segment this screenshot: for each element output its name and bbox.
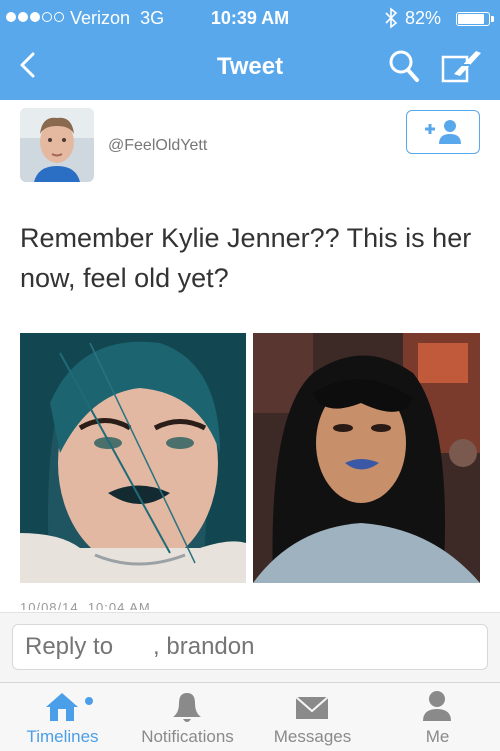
- tweet-image-1[interactable]: [20, 333, 246, 583]
- reply-input[interactable]: [12, 624, 488, 670]
- add-person-icon: [425, 120, 461, 144]
- envelope-icon: [295, 696, 329, 719]
- status-bar: Verizon 3G 10:39 AM 82%: [0, 0, 500, 36]
- tab-notifications[interactable]: Notifications: [125, 683, 250, 751]
- page-title: Tweet: [216, 53, 284, 80]
- person-icon: [423, 691, 451, 721]
- bell-icon: [173, 693, 201, 722]
- tab-label: Me: [425, 727, 450, 746]
- search-icon[interactable]: [388, 49, 420, 83]
- tweet-text: Remember Kylie Jenner?? This is her now,…: [20, 223, 472, 293]
- tab-label: Messages: [273, 727, 352, 746]
- tweet-timestamp: 10/08/14, 10:04 AM: [20, 600, 151, 610]
- top-bar: Verizon 3G 10:39 AM 82% Tweet: [0, 0, 500, 100]
- tab-label: Timelines: [26, 727, 99, 746]
- follow-button[interactable]: [406, 110, 480, 154]
- battery-tip: [491, 16, 494, 22]
- bluetooth-icon: [385, 7, 398, 29]
- compose-icon[interactable]: [440, 48, 484, 84]
- home-icon: [46, 693, 93, 721]
- tweet-image-2[interactable]: [253, 333, 480, 583]
- battery-percent: 82%: [405, 8, 442, 28]
- tab-messages[interactable]: Messages: [250, 683, 375, 751]
- username[interactable]: @FeelOldYett: [108, 137, 207, 155]
- tab-timelines[interactable]: Timelines: [0, 683, 125, 751]
- tab-me[interactable]: Me: [375, 683, 500, 751]
- avatar[interactable]: [20, 108, 94, 182]
- tab-label: Notifications: [141, 727, 234, 746]
- battery-icon: [456, 12, 490, 26]
- tab-bar: Timelines Notifications Messages Me: [0, 682, 500, 751]
